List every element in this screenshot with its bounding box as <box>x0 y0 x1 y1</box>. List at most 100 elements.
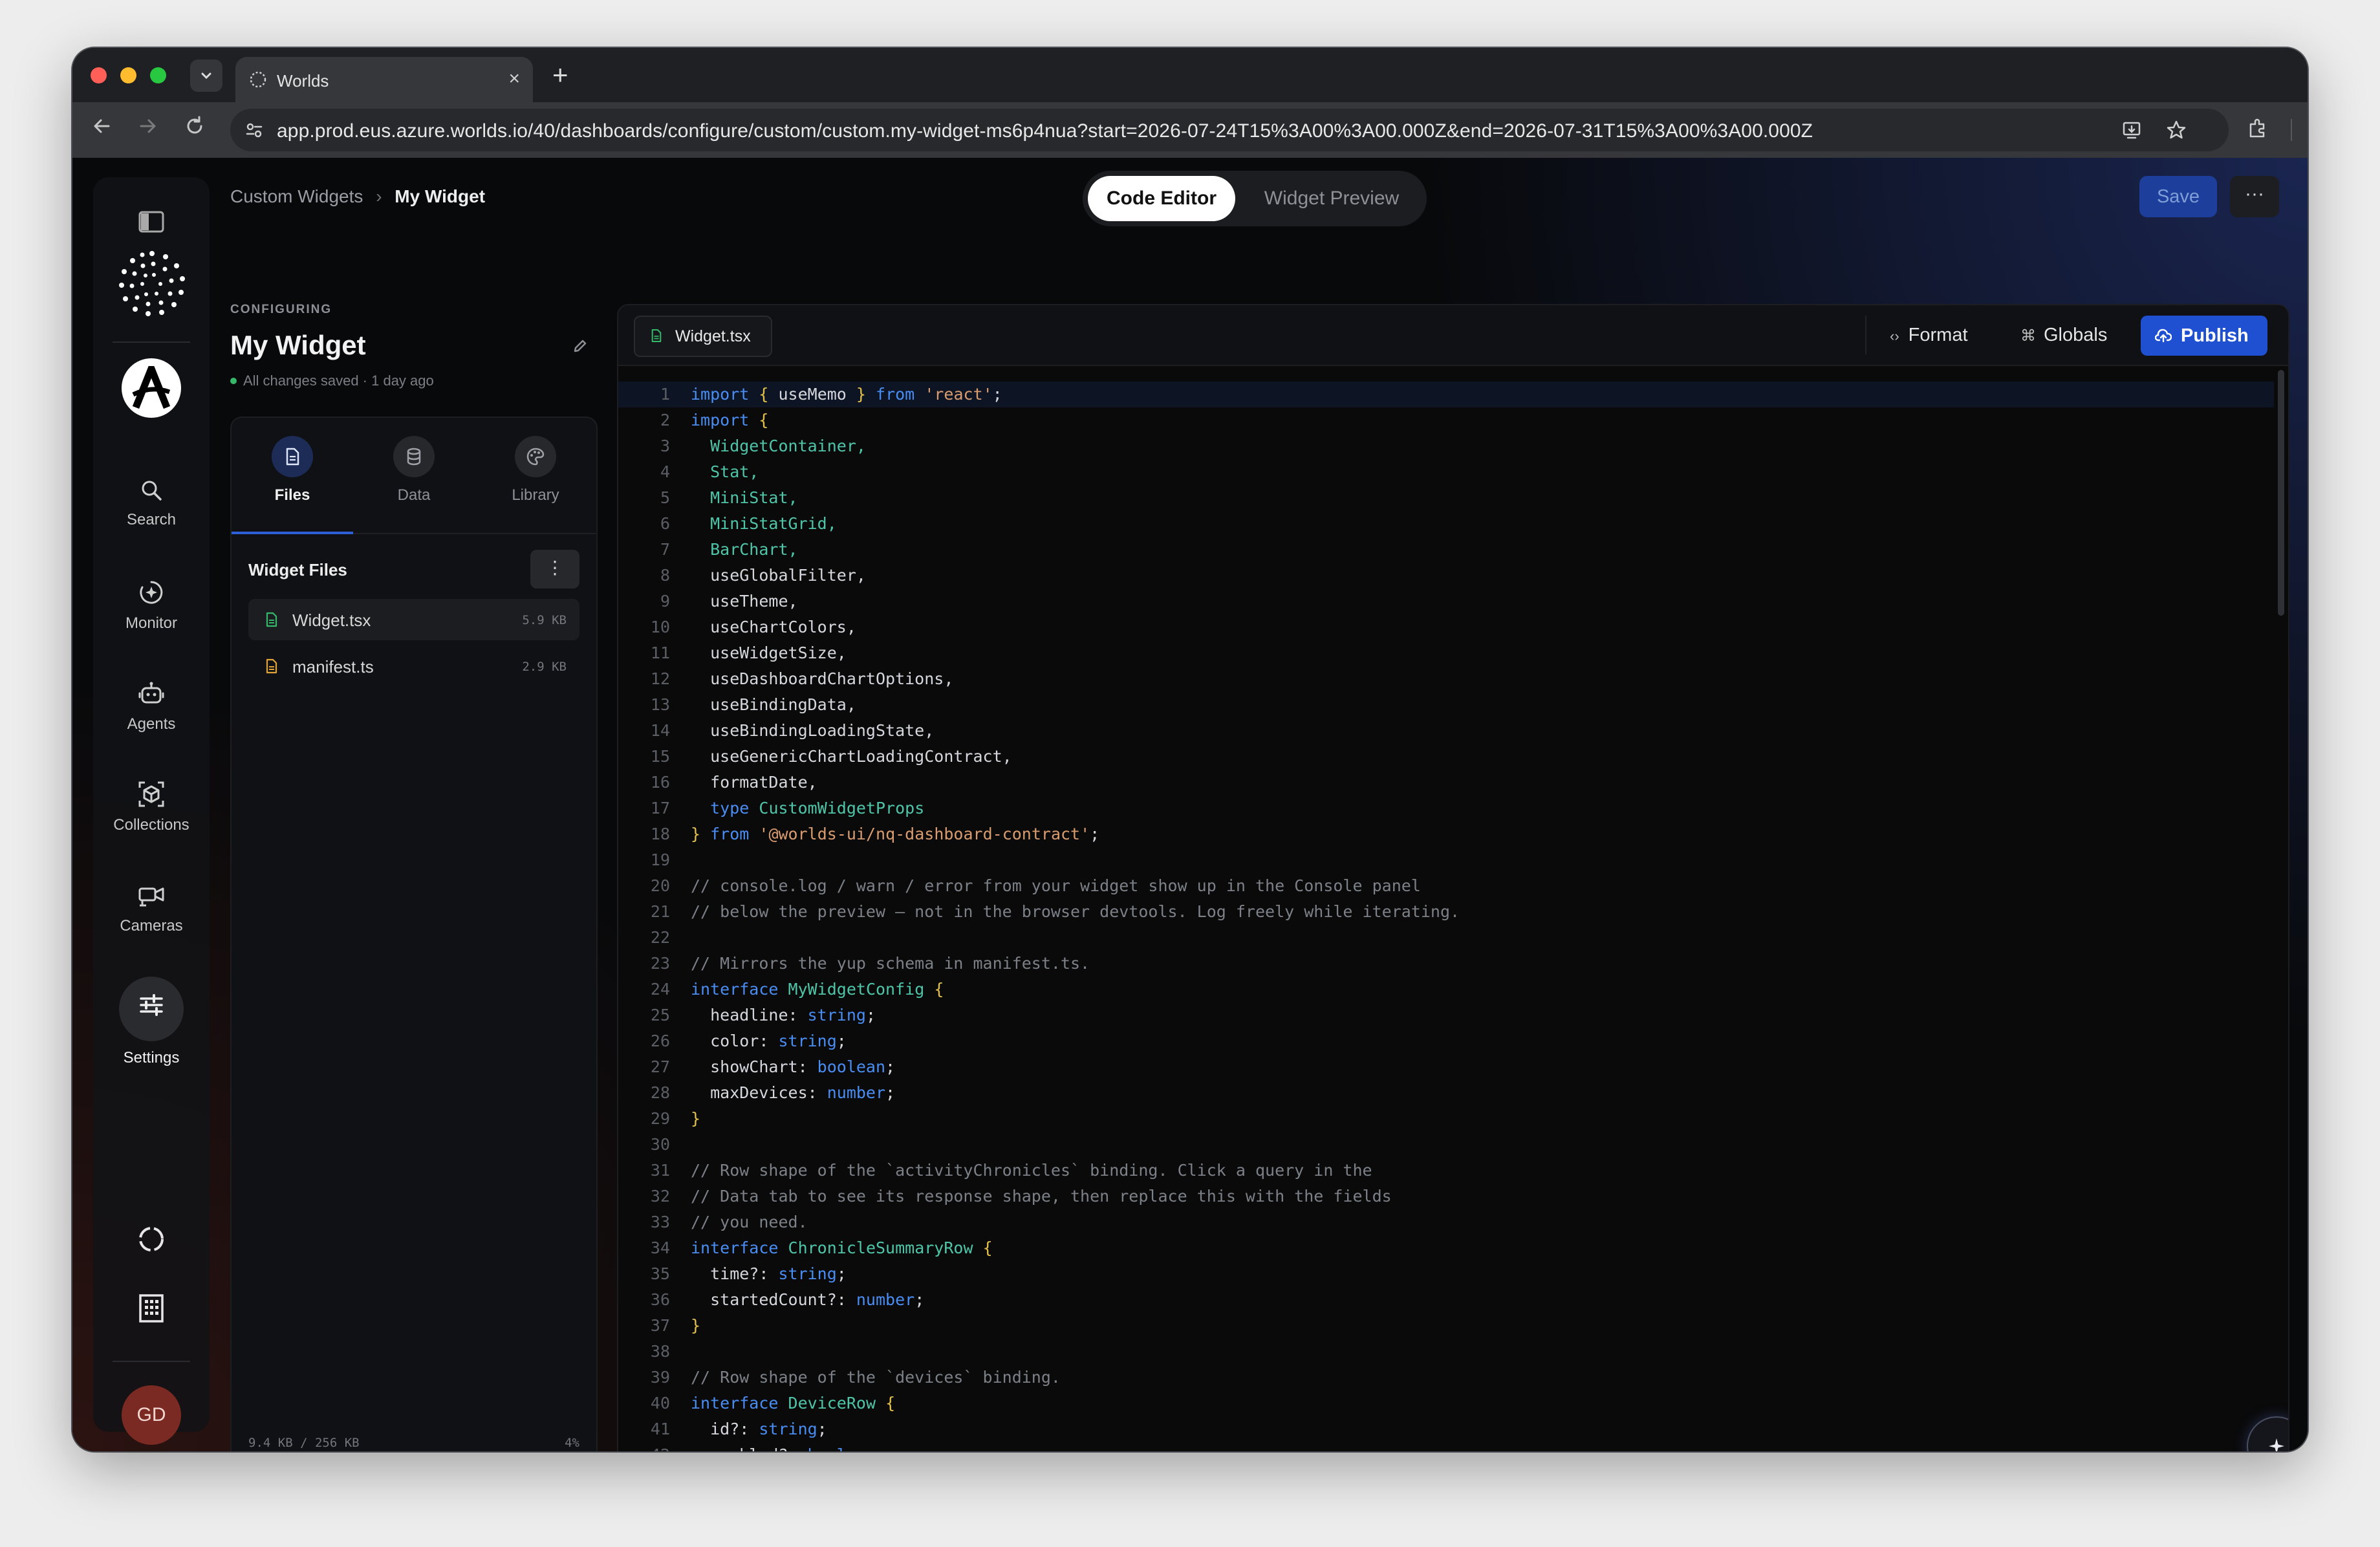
code-line[interactable]: 29} <box>618 1106 2274 1132</box>
user-avatar[interactable]: GD <box>122 1385 181 1445</box>
install-app-icon[interactable] <box>2121 119 2143 141</box>
building-icon[interactable] <box>138 1293 164 1323</box>
maximize-window-button[interactable] <box>150 67 166 83</box>
code-line[interactable]: 20 // console.log / warn / error from you… <box>618 873 2274 899</box>
code-area[interactable]: 1 import { useMemo } from 'react'; 2 import… <box>618 382 2274 1451</box>
line-number: 5 <box>660 488 670 507</box>
code-line[interactable]: 18} from '@worlds-ui/nq-dashboard-contra… <box>618 821 2274 847</box>
editor-file-tab[interactable]: Widget.tsx <box>634 316 772 357</box>
code-line[interactable]: 31 // Row shape of the `activityChronicle… <box>618 1158 2274 1184</box>
code-line[interactable]: 16 formatDate, <box>618 770 2274 795</box>
code-line[interactable]: 5 MiniStat, <box>618 485 2274 511</box>
code-text: useChartColors, <box>691 618 856 636</box>
bookmark-star-icon[interactable] <box>2165 119 2187 141</box>
code-line[interactable]: 23 // Mirrors the yup schema in manifest.… <box>618 951 2274 977</box>
code-line[interactable]: 36 startedCount?: number; <box>618 1287 2274 1313</box>
tab-library[interactable]: Library <box>475 436 596 504</box>
sidebar-item-search[interactable]: Search <box>93 477 210 529</box>
line-number: 24 <box>650 980 670 999</box>
code-line[interactable]: 4 Stat, <box>618 459 2274 485</box>
code-line[interactable]: 34 interface ChronicleSummaryRow { <box>618 1235 2274 1261</box>
code-line[interactable]: 8 useGlobalFilter, <box>618 563 2274 589</box>
sidebar-item-label: Agents <box>127 715 176 733</box>
code-line[interactable]: 27 showChart: boolean; <box>618 1054 2274 1080</box>
code-line[interactable]: 39 // Row shape of the `devices` binding. <box>618 1365 2274 1390</box>
code-line[interactable]: 7 BarChart, <box>618 537 2274 563</box>
code-line[interactable]: 37} <box>618 1313 2274 1339</box>
arrow-left-icon <box>94 119 110 133</box>
code-line[interactable]: 26 color: string; <box>618 1028 2274 1054</box>
code-line[interactable]: 14 useBindingLoadingState, <box>618 718 2274 744</box>
code-line[interactable]: 17 type CustomWidgetProps <box>618 795 2274 821</box>
code-line[interactable]: 10 useChartColors, <box>618 614 2274 640</box>
code-line[interactable]: 28 maxDevices: number; <box>618 1080 2274 1106</box>
code-line[interactable]: 15 useGenericChartLoadingContract, <box>618 744 2274 770</box>
publish-button[interactable]: Publish <box>2141 316 2267 356</box>
code-text: time?: string; <box>691 1264 847 1283</box>
format-button[interactable]: ‹› Format <box>1890 316 1968 354</box>
code-line[interactable]: 2 import { <box>618 407 2274 433</box>
code-line[interactable]: 38 <box>618 1339 2274 1365</box>
back-button[interactable] <box>91 115 113 144</box>
code-line[interactable]: 9 useTheme, <box>618 589 2274 614</box>
sidebar-item-monitor[interactable]: Monitor <box>93 578 210 633</box>
more-options-button[interactable]: ··· <box>2230 176 2279 217</box>
close-window-button[interactable] <box>91 67 107 83</box>
code-line[interactable]: 24 interface MyWidgetConfig { <box>618 977 2274 1002</box>
line-number: 6 <box>660 514 670 533</box>
code-text: useTheme, <box>691 592 798 611</box>
code-line[interactable]: 19 <box>618 847 2274 873</box>
address-bar[interactable]: app.prod.eus.azure.worlds.io/40/dashboar… <box>230 109 2229 151</box>
org-avatar[interactable] <box>122 358 181 418</box>
code-line[interactable]: 1 import { useMemo } from 'react'; <box>618 382 2274 407</box>
new-tab-button[interactable]: + <box>552 57 568 93</box>
extensions-button[interactable] <box>2247 116 2270 143</box>
publish-label: Publish <box>2181 325 2249 346</box>
sidebar-item-settings[interactable]: Settings <box>93 977 210 1067</box>
code-line[interactable]: 21 // below the preview — not in the brow… <box>618 899 2274 925</box>
files-menu-button[interactable]: ⋮ <box>530 550 579 589</box>
edit-pencil-icon[interactable] <box>572 338 589 354</box>
file-item-widget-tsx[interactable]: Widget.tsx 5.9 KB <box>248 599 579 640</box>
browser-tab-active[interactable]: Worlds × <box>235 57 533 102</box>
file-item-manifest-ts[interactable]: manifest.ts 2.9 KB <box>248 645 579 687</box>
sidebar-item-cameras[interactable]: Cameras <box>93 881 210 935</box>
code-line[interactable]: 40 interface DeviceRow { <box>618 1390 2274 1416</box>
code-line[interactable]: 6 MiniStatGrid, <box>618 511 2274 537</box>
breadcrumb-parent[interactable]: Custom Widgets <box>230 186 363 206</box>
editor-scrollbar[interactable] <box>2278 370 2284 616</box>
reload-button[interactable] <box>184 115 206 144</box>
close-tab-icon[interactable]: × <box>508 66 520 92</box>
code-editor-tab[interactable]: Code Editor <box>1088 176 1235 221</box>
code-line[interactable]: 41 id?: string; <box>618 1416 2274 1442</box>
sidebar-item-agents[interactable]: Agents <box>93 679 210 733</box>
sidebar-divider <box>113 1361 190 1362</box>
code-line[interactable]: 22 <box>618 925 2274 951</box>
tab-files[interactable]: Files <box>232 436 353 504</box>
site-settings-icon[interactable] <box>244 120 264 140</box>
worlds-logo-icon[interactable] <box>116 248 188 319</box>
code-line[interactable]: 11 useWidgetSize, <box>618 640 2274 666</box>
tab-search-button[interactable] <box>190 60 222 92</box>
code-line[interactable]: 30 <box>618 1132 2274 1158</box>
storage-usage-percent: 4% <box>565 1436 579 1450</box>
code-text: type CustomWidgetProps <box>710 799 925 817</box>
code-line[interactable]: 42 enabled?: boolean; <box>618 1442 2274 1451</box>
widget-preview-tab[interactable]: Widget Preview <box>1242 176 1422 221</box>
minimize-window-button[interactable] <box>120 67 136 83</box>
camera-icon <box>138 887 164 907</box>
tab-data[interactable]: Data <box>353 436 475 504</box>
forward-button[interactable] <box>137 115 159 144</box>
save-button[interactable]: Save <box>2139 176 2217 217</box>
code-line[interactable]: 33 // you need. <box>618 1209 2274 1235</box>
code-line[interactable]: 25 headline: string; <box>618 1002 2274 1028</box>
code-line[interactable]: 3 WidgetContainer, <box>618 433 2274 459</box>
code-line[interactable]: 12 useDashboardChartOptions, <box>618 666 2274 692</box>
globals-button[interactable]: ⌘ Globals <box>2020 316 2107 354</box>
code-line[interactable]: 32 // Data tab to see its response shape,… <box>618 1184 2274 1209</box>
sidebar-item-collections[interactable]: Collections <box>93 780 210 834</box>
code-line[interactable]: 35 time?: string; <box>618 1261 2274 1287</box>
code-line[interactable]: 13 useBindingData, <box>618 692 2274 718</box>
toggle-sidebar-icon[interactable] <box>138 211 164 233</box>
loading-spinner-icon[interactable] <box>137 1225 166 1253</box>
